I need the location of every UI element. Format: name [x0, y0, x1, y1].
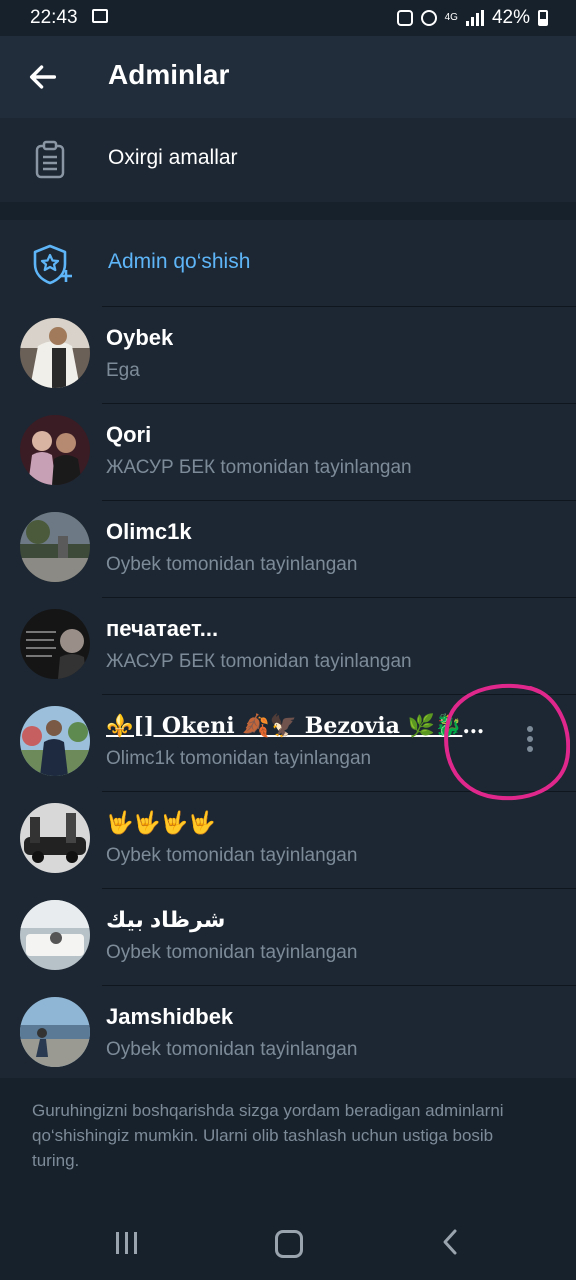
- annotation-circle: [444, 683, 570, 801]
- divider: [102, 403, 576, 404]
- status-icons: 4G 42%: [396, 7, 548, 29]
- divider: [102, 985, 576, 986]
- recent-actions-item[interactable]: Oxirgi amallar: [0, 118, 576, 202]
- admin-role: ЖАСУР БЕК tomonidan tayinlangan: [106, 457, 412, 478]
- admin-role: ЖАСУР БЕК tomonidan tayinlangan: [106, 651, 412, 672]
- section-separator: [0, 202, 576, 220]
- admin-name: 🤟🤟🤟🤟: [106, 810, 216, 835]
- admin-name: شرظاد بيك: [106, 907, 226, 932]
- footer-info: Guruhingizni boshqarishda sizga yordam b…: [0, 1078, 576, 1200]
- avatar: [20, 415, 90, 485]
- avatar: [20, 512, 90, 582]
- admin-name: печатает...: [106, 616, 219, 641]
- page-title: Adminlar: [108, 59, 230, 90]
- admin-row[interactable]: Olimc1k Oybek tomonidan tayinlangan: [0, 500, 576, 597]
- admin-row[interactable]: Oybek Ega: [0, 306, 576, 403]
- arrow-left-icon[interactable]: [26, 60, 60, 94]
- admin-row[interactable]: 🤟🤟🤟🤟 Oybek tomonidan tayinlangan: [0, 791, 576, 888]
- admin-role: Oybek tomonidan tayinlangan: [106, 942, 358, 963]
- alarm-icon: [420, 10, 437, 26]
- lock-icon: [396, 10, 413, 26]
- admin-role: Oybek tomonidan tayinlangan: [106, 1039, 358, 1060]
- admin-name: Olimc1k: [106, 519, 192, 544]
- divider: [102, 306, 576, 307]
- avatar: [20, 997, 90, 1067]
- divider: [102, 888, 576, 889]
- admin-role: Ega: [106, 360, 140, 381]
- clipboard-icon: [35, 140, 65, 179]
- admin-name: Jamshidbek: [106, 1004, 234, 1029]
- admin-role: Olimc1k tomonidan tayinlangan: [106, 748, 372, 769]
- admin-name: Oybek: [106, 325, 174, 350]
- admin-name: Qori: [106, 422, 152, 447]
- status-bar: 22:43 4G 42%: [0, 0, 576, 36]
- battery-percent: 42%: [491, 7, 530, 28]
- avatar: [20, 900, 90, 970]
- back-nav-icon[interactable]: [440, 1228, 460, 1256]
- signal-icon: [465, 10, 484, 26]
- avatar: [20, 609, 90, 679]
- avatar: [20, 706, 90, 776]
- add-admin-label: Admin qo‘shish: [108, 250, 251, 273]
- recent-apps-icon[interactable]: [116, 1232, 143, 1259]
- admin-role: Oybek tomonidan tayinlangan: [106, 554, 358, 575]
- admin-row[interactable]: Qori ЖАСУР БЕК tomonidan tayinlangan: [0, 403, 576, 500]
- home-icon[interactable]: [275, 1230, 303, 1258]
- network-type: 4G: [444, 12, 458, 23]
- footer-text: Guruhingizni boshqarishda sizga yordam b…: [32, 1101, 504, 1170]
- shield-star-plus-icon: [33, 244, 72, 285]
- admin-role: Oybek tomonidan tayinlangan: [106, 845, 358, 866]
- gallery-icon: [92, 9, 108, 23]
- avatar: [20, 318, 90, 388]
- battery-icon: [538, 10, 548, 26]
- add-admin-button[interactable]: Admin qo‘shish: [0, 220, 576, 306]
- avatar: [20, 803, 90, 873]
- admin-row[interactable]: شرظاد بيك Oybek tomonidan tayinlangan: [0, 888, 576, 985]
- app-bar: Adminlar: [0, 36, 576, 118]
- divider: [102, 597, 576, 598]
- system-nav-bar: [0, 1200, 576, 1280]
- status-time: 22:43: [30, 7, 78, 28]
- admin-row[interactable]: печатает... ЖАСУР БЕК tomonidan tayinlan…: [0, 597, 576, 694]
- divider: [102, 500, 576, 501]
- admin-name: ⚜️[] 𝐎𝐤𝐞𝐧𝐢 🍂🦅 𝐁𝐞𝐳𝐨𝐯𝐢𝐚 🌿🐉 𝐐𝐥...: [106, 713, 486, 739]
- admin-row[interactable]: Jamshidbek Oybek tomonidan tayinlangan: [0, 985, 576, 1082]
- recent-actions-label: Oxirgi amallar: [108, 146, 238, 169]
